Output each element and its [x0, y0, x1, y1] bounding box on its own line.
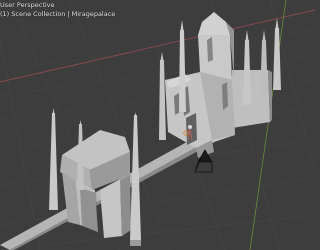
- palace-mesh[interactable]: [159, 12, 281, 158]
- viewport-canvas[interactable]: [0, 0, 315, 250]
- gate-mesh[interactable]: [49, 108, 141, 246]
- collection-label: (1) Scene Collection | Miragepalace: [0, 10, 116, 18]
- view-mode-label: User Perspective: [0, 1, 55, 9]
- 3d-viewport[interactable]: User Perspective (1) Scene Collection | …: [0, 0, 315, 250]
